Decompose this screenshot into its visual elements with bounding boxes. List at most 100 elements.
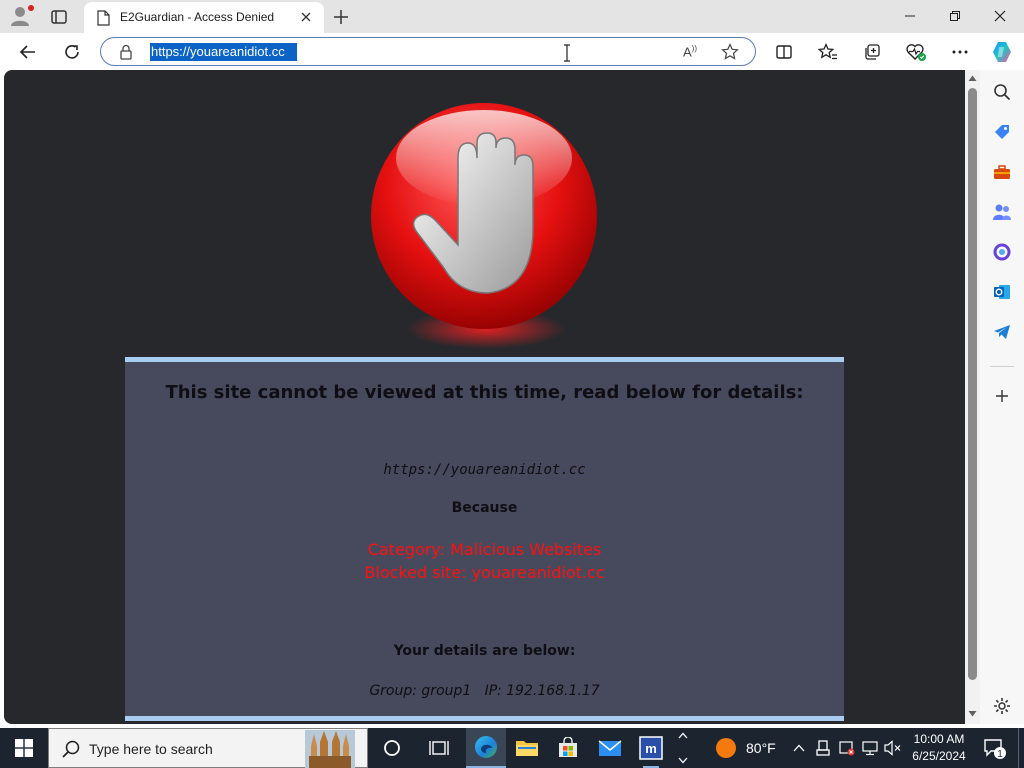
tab-actions-button[interactable] [48,6,72,28]
clock-time: 10:00 AM [913,732,965,746]
sidebar-shopping-button[interactable] [990,120,1014,144]
close-window-button[interactable] [978,4,1022,28]
new-tab-button[interactable] [330,6,352,28]
scrollbar-thumb[interactable] [968,88,977,680]
network-icon [862,741,878,756]
favorite-star-icon[interactable] [721,43,739,61]
app-m-taskbar-button[interactable]: m [631,728,671,768]
page-scrollbar[interactable] [965,70,980,724]
read-aloud-button[interactable]: A)) [683,44,697,59]
restore-icon [950,11,960,21]
collections-icon [865,44,880,60]
mail-taskbar-button[interactable] [590,728,630,768]
search-icon [62,740,80,758]
weather-temperature: 80°F [746,740,776,756]
svg-text:m: m [645,741,657,756]
store-icon [559,737,577,757]
chevron-up-icon [793,744,805,752]
profile-button[interactable] [9,5,34,27]
sidebar-settings-button[interactable] [990,694,1014,718]
sun-icon [716,738,736,758]
sidebar-people-button[interactable] [990,200,1014,224]
scroll-up-icon[interactable] [968,74,977,82]
show-desktop-button[interactable] [1018,728,1024,768]
because-label: Because [451,500,518,516]
favorites-button[interactable] [815,39,841,65]
close-icon [994,10,1006,22]
task-view-icon [429,741,449,755]
windows-logo-icon [15,739,33,757]
read-aloud-label: A [683,44,692,60]
profile-alert-dot [28,5,34,11]
copilot-icon [993,243,1011,261]
sidebar-tools-button[interactable] [990,160,1014,184]
scroll-down-icon[interactable] [968,710,977,718]
file-explorer-taskbar-button[interactable] [507,728,547,768]
close-tab-icon[interactable] [298,9,314,25]
url-text[interactable]: https://youareanidiot.cc [150,43,297,61]
weather-widget[interactable]: 80°F [716,728,776,768]
stop-hand-icon [371,103,597,349]
task-view-button[interactable] [372,728,412,768]
task-view-button-2[interactable] [419,728,459,768]
navigation-bar: https://youareanidiot.cc A)) [0,33,1024,70]
start-button[interactable] [0,728,48,768]
sidebar-copilot-button[interactable] [990,240,1014,264]
heart-pulse-icon [906,44,926,61]
tray-device-button[interactable] [814,738,832,758]
mail-icon [598,740,622,756]
minimize-button[interactable] [888,4,932,28]
sidebar-telegram-button[interactable] [990,320,1014,344]
sidebar-search-button[interactable] [990,80,1014,104]
security-warning-icon [839,741,855,756]
tray-volume-button[interactable] [884,738,902,758]
clock-date: 6/25/2024 [912,749,966,763]
taskbar-clock[interactable]: 10:00 AM 6/25/2024 [906,731,972,765]
blocked-site: Blocked site: youareanidiot.cc [364,563,605,582]
chevron-up-icon[interactable] [678,732,688,739]
store-taskbar-button[interactable] [548,728,588,768]
telegram-icon [994,325,1010,339]
edge-taskbar-button[interactable] [466,728,506,768]
back-arrow-icon [19,45,35,59]
block-details-panel: This site cannot be viewed at this time,… [125,357,844,721]
page-icon [97,10,110,26]
usb-device-icon [816,740,830,756]
block-category: Category: Malicious Websites [367,540,602,559]
edge-sidebar [980,70,1024,724]
address-bar[interactable]: https://youareanidiot.cc A)) [100,37,756,66]
plus-icon [334,10,348,24]
back-button[interactable] [15,39,41,65]
minimize-icon [905,15,915,17]
more-options-button[interactable] [947,39,973,65]
taskbar-search-box[interactable]: Type here to search [48,728,368,768]
tray-network-button[interactable] [861,738,879,758]
restore-button[interactable] [933,4,977,28]
split-screen-button[interactable] [771,39,797,65]
page-content: This site cannot be viewed at this time,… [4,70,965,724]
sidebar-outlook-button[interactable] [990,280,1014,304]
taskbar-scroll-controls[interactable] [676,732,690,764]
settings-icon [994,698,1010,714]
edge-icon [475,736,497,758]
notification-center-button[interactable]: 1 [982,736,1006,760]
copilot-button[interactable] [989,39,1015,65]
copilot-icon [993,42,1011,62]
browser-essentials-button[interactable] [903,39,929,65]
show-hidden-icons-button[interactable] [790,738,808,758]
chevron-down-icon[interactable] [678,757,688,764]
split-screen-icon [776,45,792,59]
tab-title: E2Guardian - Access Denied [120,10,275,24]
notification-icon: 1 [984,739,1006,760]
collections-button[interactable] [859,39,885,65]
tab-actions-icon [51,10,67,24]
blocked-url: https://youareanidiot.cc [383,462,586,478]
tag-icon [995,125,1009,139]
active-tab[interactable]: E2Guardian - Access Denied [84,2,324,33]
tray-security-button[interactable] [838,738,856,758]
text-cursor-icon [564,44,570,62]
refresh-button[interactable] [59,39,85,65]
sidebar-add-button[interactable] [990,384,1014,408]
outlook-icon [994,285,1010,299]
lock-icon[interactable] [119,44,133,60]
